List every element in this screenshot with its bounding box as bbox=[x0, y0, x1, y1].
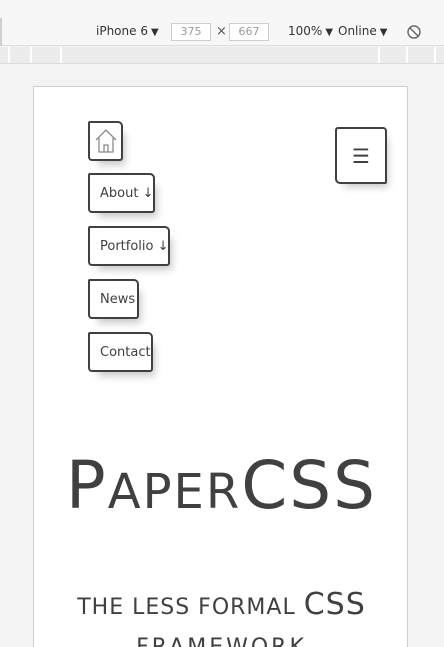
media-query-segment[interactable] bbox=[62, 47, 380, 63]
media-query-segment[interactable] bbox=[10, 47, 32, 63]
subtitle-prefix: THE LESS FORMAL bbox=[77, 595, 304, 620]
throttle-caret-icon: ▼ bbox=[379, 27, 388, 38]
media-query-segment[interactable] bbox=[380, 47, 408, 63]
media-query-segment[interactable] bbox=[408, 47, 436, 63]
height-input[interactable]: 667 bbox=[229, 23, 269, 41]
dimension-separator: × bbox=[216, 24, 227, 39]
throttle-select[interactable]: Online ▼ bbox=[338, 24, 387, 38]
page-title: PAPERCSS bbox=[34, 447, 407, 524]
zoom-select[interactable]: 100% ▼ bbox=[288, 24, 333, 38]
media-query-segment[interactable] bbox=[0, 47, 10, 63]
menu-button[interactable]: ☰ bbox=[335, 127, 387, 184]
media-query-segment[interactable] bbox=[32, 47, 62, 63]
zoom-label: 100% bbox=[288, 24, 323, 38]
nav-item-portfolio[interactable]: Portfolio ↓ bbox=[88, 226, 170, 266]
device-caret-icon: ▼ bbox=[150, 27, 159, 38]
page-subtitle: THE LESS FORMAL CSS bbox=[34, 587, 407, 622]
nav-item-about[interactable]: About ↓ bbox=[88, 173, 155, 213]
nav-item-contact[interactable]: Contact bbox=[88, 332, 153, 372]
zoom-caret-icon: ▼ bbox=[325, 27, 334, 38]
device-viewport: About ↓ Portfolio ↓ News Contact ☰ PAPER… bbox=[33, 86, 408, 647]
title-css: CSS bbox=[241, 447, 378, 524]
device-label: iPhone 6 bbox=[96, 24, 148, 38]
width-input[interactable]: 375 bbox=[171, 23, 211, 41]
toolbar-divider bbox=[0, 18, 2, 46]
title-initial: P bbox=[65, 447, 108, 524]
house-icon bbox=[95, 129, 116, 153]
home-button[interactable] bbox=[88, 121, 123, 161]
hamburger-icon: ☰ bbox=[352, 143, 370, 168]
page-subtitle-line2: FRAMEWORK bbox=[34, 635, 407, 647]
media-query-bar[interactable] bbox=[0, 47, 444, 64]
title-rest: APER bbox=[107, 464, 242, 520]
device-toolbar: iPhone 6 ▼ 375 × 667 100% ▼ Online ▼ bbox=[0, 0, 444, 46]
device-select[interactable]: iPhone 6 ▼ bbox=[96, 24, 159, 38]
rotate-icon[interactable] bbox=[406, 24, 422, 40]
throttle-label: Online bbox=[338, 24, 377, 38]
nav-item-news[interactable]: News bbox=[88, 279, 139, 319]
subtitle-css: CSS bbox=[303, 587, 366, 622]
